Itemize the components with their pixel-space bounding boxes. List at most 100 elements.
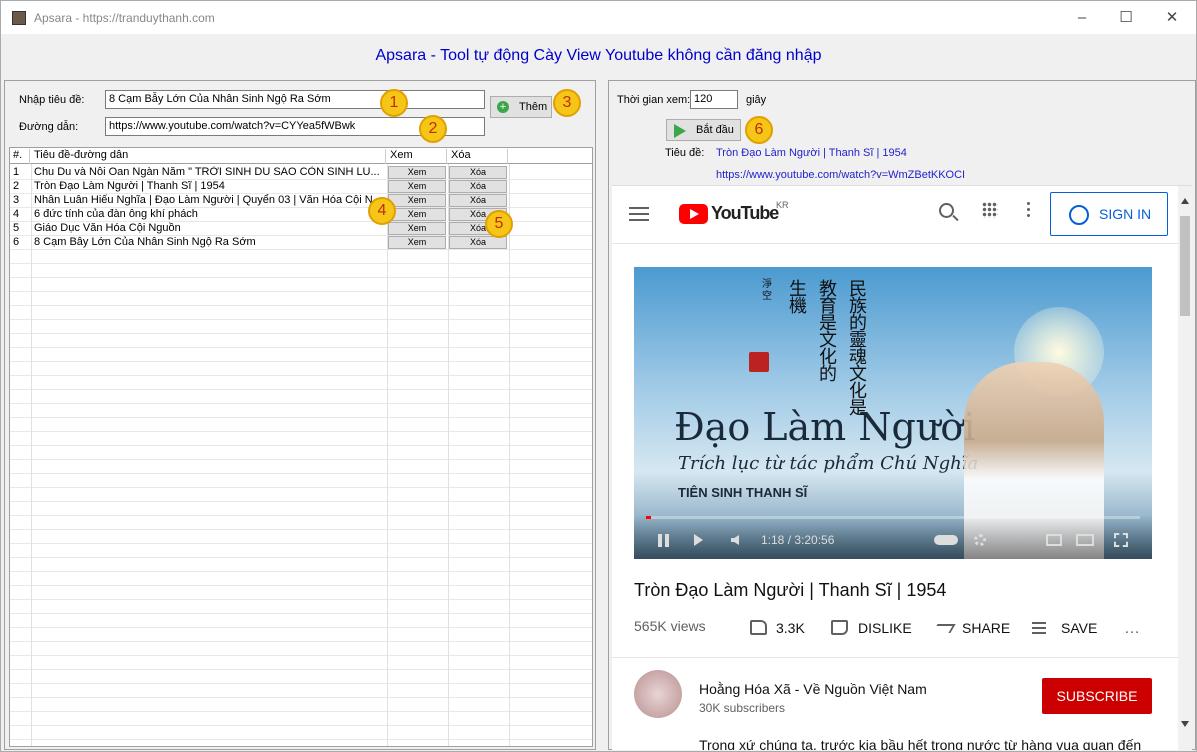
miniplayer-icon[interactable]	[1046, 534, 1062, 546]
youtube-logo-icon[interactable]	[679, 204, 708, 224]
settings-icon[interactable]	[974, 534, 986, 546]
column-header: #.	[10, 149, 30, 164]
region-code: KR	[776, 200, 789, 210]
maximize-button[interactable]: ☐	[1103, 6, 1149, 30]
header-bar: Apsara - Tool tự động Cày View Youtube k…	[1, 34, 1196, 78]
dislike-icon[interactable]	[831, 620, 848, 635]
callout-2: 2	[419, 115, 447, 143]
table-row[interactable]: 3 Nhân Luân Hiếu Nghĩa | Đạo Làm Người | …	[10, 193, 592, 207]
subscribe-button[interactable]: SUBSCRIBE	[1042, 678, 1152, 714]
channel-avatar[interactable]	[634, 670, 682, 718]
video-list-table[interactable]: #. Tiêu đề-đường dẫn Xem Xóa 1 Chu Du và …	[9, 147, 593, 747]
window-title: Apsara - https://tranduythanh.com	[34, 11, 215, 25]
table-header: #. Tiêu đề-đường dẫn Xem Xóa	[10, 148, 592, 164]
row-number: 1	[13, 166, 20, 178]
calligraphy-char: 機	[789, 296, 807, 317]
divider	[612, 657, 1178, 658]
share-icon[interactable]	[932, 624, 956, 633]
watch-time-label: Thời gian xem:	[617, 94, 691, 106]
channel-name[interactable]: Hoằng Hóa Xã - Về Nguồn Việt Nam	[699, 681, 927, 697]
callout-4: 4	[368, 197, 396, 225]
watch-time-input[interactable]: 120	[690, 90, 738, 109]
title-label: Nhập tiêu đề:	[19, 94, 85, 106]
scroll-down-icon[interactable]	[1181, 721, 1189, 727]
current-title-value: Tròn Đạo Làm Người | Thanh Sĩ | 1954	[716, 147, 907, 159]
more-actions-icon[interactable]: …	[1124, 620, 1140, 638]
row-number: 2	[13, 180, 20, 192]
save-label[interactable]: SAVE	[1061, 620, 1097, 636]
row-title: Tròn Đạo Làm Người | Thanh Sĩ | 1954	[34, 180, 225, 192]
theater-icon[interactable]	[1076, 534, 1094, 546]
row-title: 8 Cạm Bẫy Lớn Của Nhân Sinh Ngộ Ra Sớm	[34, 236, 256, 248]
row-title: Nhân Luân Hiếu Nghĩa | Đạo Làm Người | Q…	[34, 194, 382, 206]
apps-grid-icon[interactable]	[982, 202, 998, 218]
subscriber-count: 30K subscribers	[699, 701, 786, 715]
video-description: Trong xứ chúng ta, trước kia bầu hết tro…	[699, 737, 1142, 750]
pause-icon[interactable]	[658, 534, 662, 547]
scroll-thumb[interactable]	[1180, 216, 1190, 316]
embedded-browser[interactable]: YouTube KR SIGN IN 民族的靈魂文化是教育是文化的生機淨空 Đạ…	[612, 185, 1192, 750]
save-icon[interactable]	[1032, 622, 1046, 624]
left-panel: Nhập tiêu đề: 8 Cạm Bẫy Lớn Của Nhân Sin…	[4, 80, 596, 750]
scroll-up-icon[interactable]	[1181, 198, 1189, 204]
title-bar: Apsara - https://tranduythanh.com – ☐ ✕	[1, 1, 1196, 34]
thumb-author: TIÊN SINH THANH SĨ	[678, 485, 808, 500]
view-button[interactable]: Xem	[388, 194, 446, 207]
red-seal-icon	[749, 352, 769, 372]
delete-button[interactable]: Xóa	[449, 166, 507, 179]
start-label: Bắt đầu	[696, 124, 734, 136]
table-row[interactable]: 1 Chu Du và Nỗi Oan Ngàn Năm " TRỜI SINH …	[10, 165, 592, 179]
current-url-value: https://www.youtube.com/watch?v=WmZBetKK…	[716, 169, 966, 181]
view-button[interactable]: Xem	[388, 208, 446, 221]
view-button[interactable]: Xem	[388, 222, 446, 235]
row-number: 3	[13, 194, 20, 206]
column-header: Xem	[387, 149, 447, 164]
youtube-header: YouTube KR SIGN IN	[612, 186, 1178, 244]
minimize-button[interactable]: –	[1059, 6, 1105, 30]
delete-button[interactable]: Xóa	[449, 180, 507, 193]
delete-button[interactable]: Xóa	[449, 194, 507, 207]
progress-bar[interactable]	[646, 516, 1140, 519]
more-vert-icon[interactable]	[1027, 202, 1030, 205]
row-number: 4	[13, 208, 20, 220]
table-row[interactable]: 6 8 Cạm Bẫy Lớn Của Nhân Sinh Ngộ Ra Sớm X…	[10, 235, 592, 249]
seconds-unit: giây	[746, 94, 767, 106]
calligraphy: 民族的靈魂文化是教育是文化的生機淨空	[754, 275, 884, 419]
view-button[interactable]: Xem	[388, 236, 446, 249]
close-button[interactable]: ✕	[1149, 6, 1195, 30]
sign-in-button[interactable]: SIGN IN	[1050, 192, 1168, 236]
callout-3: 3	[553, 89, 581, 117]
start-button[interactable]: Bắt đầu	[666, 119, 741, 141]
thumb-title: Đạo Làm Người	[674, 405, 976, 449]
app-window: Apsara - https://tranduythanh.com – ☐ ✕ …	[0, 0, 1197, 752]
like-icon[interactable]	[750, 620, 767, 635]
next-icon[interactable]	[694, 534, 703, 546]
account-icon	[1069, 205, 1089, 225]
url-label: Đường dẫn:	[19, 121, 79, 133]
share-label[interactable]: SHARE	[962, 620, 1010, 636]
play-icon	[674, 124, 686, 138]
view-button[interactable]: Xem	[388, 180, 446, 193]
fullscreen-icon[interactable]	[1114, 533, 1128, 547]
add-button[interactable]: + Thêm	[490, 96, 552, 118]
search-icon[interactable]	[939, 203, 959, 222]
page-title: Apsara - Tool tự động Cày View Youtube k…	[375, 47, 822, 64]
column-header: Xóa	[448, 149, 508, 164]
callout-1: 1	[380, 89, 408, 117]
row-number: 5	[13, 222, 20, 234]
calligraphy-char: 空	[762, 291, 772, 302]
current-title-label: Tiêu đề:	[665, 147, 705, 159]
view-button[interactable]: Xem	[388, 166, 446, 179]
dislike-label[interactable]: DISLIKE	[858, 620, 912, 636]
video-title: Tròn Đạo Làm Người | Thanh Sĩ | 1954	[634, 580, 947, 600]
column-header: Tiêu đề-đường dẫn	[31, 149, 386, 164]
title-input[interactable]: 8 Cạm Bẫy Lớn Của Nhân Sinh Ngộ Ra Sớm	[105, 90, 485, 109]
browser-scrollbar[interactable]	[1178, 186, 1192, 750]
plus-icon: +	[497, 101, 509, 113]
row-title: Giáo Dục Văn Hóa Cội Nguồn	[34, 222, 181, 234]
video-player[interactable]: 民族的靈魂文化是教育是文化的生機淨空 Đạo Làm Người Trích l…	[634, 267, 1152, 559]
autoplay-toggle[interactable]	[934, 535, 958, 545]
like-count[interactable]: 3.3K	[776, 620, 805, 636]
table-row[interactable]: 2 Tròn Đạo Làm Người | Thanh Sĩ | 1954 Xem…	[10, 179, 592, 193]
hamburger-icon[interactable]	[629, 207, 649, 209]
